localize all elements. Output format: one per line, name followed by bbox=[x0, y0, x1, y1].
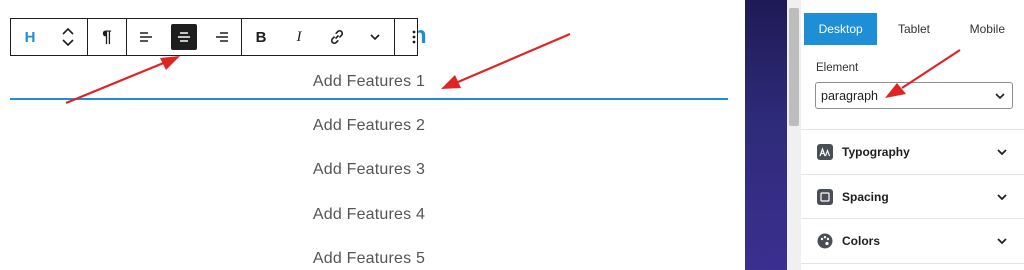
feature-item-5[interactable]: Add Features 5 bbox=[0, 250, 738, 268]
palette-icon bbox=[817, 233, 833, 249]
chevron-down-icon bbox=[997, 194, 1007, 201]
align-right-icon bbox=[216, 32, 228, 42]
move-block-button[interactable] bbox=[49, 19, 87, 55]
section-label: Typography bbox=[842, 145, 910, 159]
element-select[interactable]: paragraph bbox=[815, 82, 1013, 109]
chevron-down-icon bbox=[997, 149, 1007, 156]
section-label: Spacing bbox=[842, 190, 889, 204]
sidebar-scrollbar[interactable] bbox=[787, 0, 801, 270]
italic-button[interactable]: I bbox=[280, 19, 318, 55]
align-right-button[interactable] bbox=[203, 19, 241, 55]
toolbar-group-block: H bbox=[11, 19, 88, 55]
options-button[interactable] bbox=[395, 19, 433, 55]
editor-canvas: h H ¶ B I Add Features 1 Add Features 2 … bbox=[0, 0, 745, 270]
chevron-up-down-icon bbox=[62, 27, 74, 47]
align-left-button[interactable] bbox=[127, 19, 165, 55]
block-type-button[interactable]: H bbox=[11, 19, 49, 55]
background-strip bbox=[745, 0, 787, 270]
pilcrow-icon: ¶ bbox=[102, 27, 112, 46]
section-typography[interactable]: Typography bbox=[801, 130, 1024, 174]
bold-button[interactable]: B bbox=[242, 19, 280, 55]
block-toolbar: H ¶ B I bbox=[10, 18, 418, 56]
toolbar-group-options bbox=[395, 19, 433, 55]
section-spacing[interactable]: Spacing bbox=[801, 175, 1024, 219]
chevron-down-icon bbox=[370, 34, 380, 41]
spacing-icon bbox=[817, 189, 833, 205]
typography-icon bbox=[817, 144, 833, 160]
toolbar-group-tag: ¶ bbox=[88, 19, 127, 55]
settings-panel: Desktop Tablet Mobile Element paragraph … bbox=[801, 0, 1024, 270]
align-center-button[interactable] bbox=[165, 19, 203, 55]
section-colors[interactable]: Colors bbox=[801, 219, 1024, 263]
heading-block-label: H bbox=[24, 28, 36, 46]
section-label: Colors bbox=[842, 234, 881, 248]
selected-block-underline bbox=[10, 98, 728, 100]
element-label: Element bbox=[816, 62, 859, 74]
tab-mobile[interactable]: Mobile bbox=[951, 13, 1024, 45]
toolbar-group-format: B I bbox=[242, 19, 395, 55]
feature-item-3[interactable]: Add Features 3 bbox=[0, 161, 738, 179]
chevron-down-icon bbox=[995, 93, 1005, 100]
italic-label: I bbox=[296, 28, 302, 45]
chevron-down-icon bbox=[997, 238, 1007, 245]
feature-item-4[interactable]: Add Features 4 bbox=[0, 206, 738, 224]
tab-tablet[interactable]: Tablet bbox=[877, 13, 950, 45]
toolbar-group-align bbox=[127, 19, 242, 55]
scrollbar-thumb[interactable] bbox=[789, 8, 799, 126]
paragraph-tag-button[interactable]: ¶ bbox=[88, 19, 126, 55]
more-formatting-button[interactable] bbox=[356, 19, 394, 55]
link-button[interactable] bbox=[318, 19, 356, 55]
bold-label: B bbox=[255, 28, 267, 46]
align-left-icon bbox=[140, 32, 152, 42]
device-tabs: Desktop Tablet Mobile bbox=[804, 13, 1024, 45]
tab-desktop[interactable]: Desktop bbox=[804, 13, 878, 45]
feature-item-2[interactable]: Add Features 2 bbox=[0, 117, 738, 135]
feature-item-1[interactable]: Add Features 1 bbox=[0, 73, 738, 91]
link-icon bbox=[330, 30, 344, 44]
align-center-icon bbox=[178, 32, 190, 42]
divider bbox=[801, 263, 1024, 264]
element-select-value: paragraph bbox=[821, 88, 878, 103]
more-vertical-icon bbox=[412, 30, 416, 44]
